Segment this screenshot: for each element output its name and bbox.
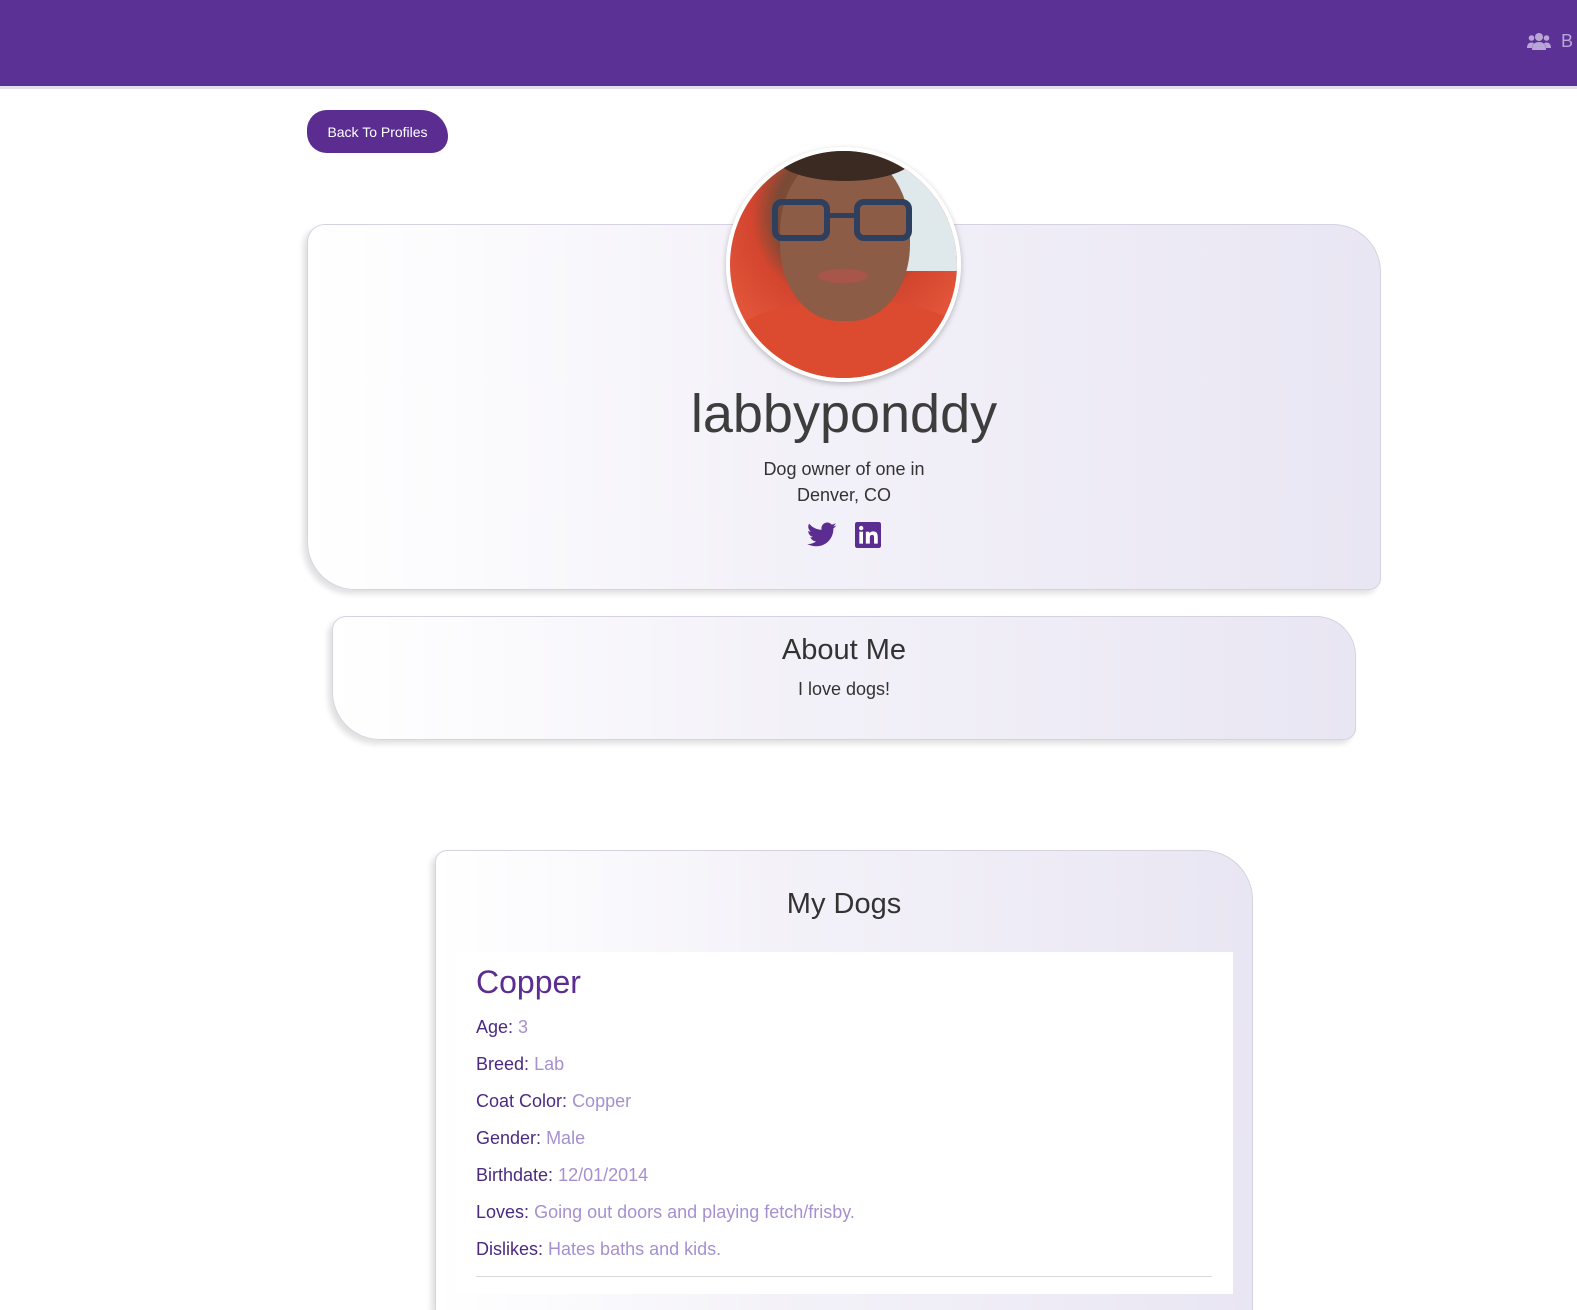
dogs-title: My Dogs [786, 888, 902, 920]
twitter-icon[interactable] [807, 522, 837, 548]
linkedin-icon[interactable] [855, 522, 881, 548]
dog-breed-label: Breed: [476, 1054, 530, 1074]
dog-gender-value: Male [546, 1128, 586, 1148]
dog-dislikes-label: Dislikes: [476, 1239, 544, 1259]
dog-coat-label: Coat Color: [476, 1091, 568, 1111]
nav-link-label: B [1561, 30, 1574, 51]
about-title: About Me [781, 634, 907, 666]
dog-divider [476, 1276, 1212, 1277]
dog-gender: Gender: Male [476, 1128, 585, 1149]
back-to-profiles-button[interactable]: Back To Profiles [307, 110, 448, 153]
profile-tagline: Dog owner of one in Denver, CO [307, 456, 1381, 508]
profile-username: labbyponddy [690, 384, 998, 444]
about-text: I love dogs! [797, 679, 891, 699]
top-navbar: B [0, 0, 1577, 89]
users-icon [1527, 33, 1551, 50]
social-links [807, 522, 881, 548]
dog-loves-label: Loves: [476, 1202, 530, 1222]
dog-coat-value: Copper [572, 1091, 632, 1111]
dog-dislikes-value: Hates baths and kids. [548, 1239, 722, 1259]
tagline-line-1: Dog owner of one in [763, 459, 925, 479]
dog-birthdate: Birthdate: 12/01/2014 [476, 1165, 648, 1186]
dog-dislikes: Dislikes: Hates baths and kids. [476, 1239, 721, 1260]
dog-breed: Breed: Lab [476, 1054, 564, 1075]
dog-age-value: 3 [518, 1017, 529, 1037]
dog-coat-color: Coat Color: Copper [476, 1091, 631, 1112]
dog-gender-label: Gender: [476, 1128, 542, 1148]
dog-name: Copper [476, 964, 581, 1000]
dog-breed-value: Lab [534, 1054, 565, 1074]
tagline-line-2: Denver, CO [796, 485, 892, 505]
dog-birthdate-label: Birthdate: [476, 1165, 554, 1185]
dog-loves-value: Going out doors and playing fetch/frisby… [534, 1202, 855, 1222]
dog-age-label: Age: [476, 1017, 514, 1037]
dog-birthdate-value: 12/01/2014 [558, 1165, 649, 1185]
dog-age: Age: 3 [476, 1017, 528, 1038]
nav-link-browse[interactable]: B [1527, 29, 1577, 53]
avatar [726, 147, 961, 382]
dog-loves: Loves: Going out doors and playing fetch… [476, 1202, 855, 1223]
